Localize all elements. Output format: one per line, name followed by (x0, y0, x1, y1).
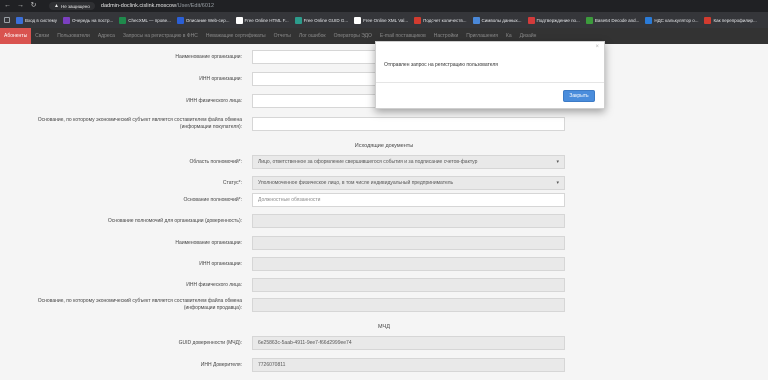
dialog-divider (376, 82, 604, 83)
notification-dialog: × Отправлен запрос на регистрацию пользо… (375, 41, 605, 109)
close-button[interactable]: Закрыть (563, 90, 595, 102)
close-icon[interactable]: × (595, 44, 599, 50)
dialog-message: Отправлен запрос на регистрацию пользова… (384, 62, 498, 68)
